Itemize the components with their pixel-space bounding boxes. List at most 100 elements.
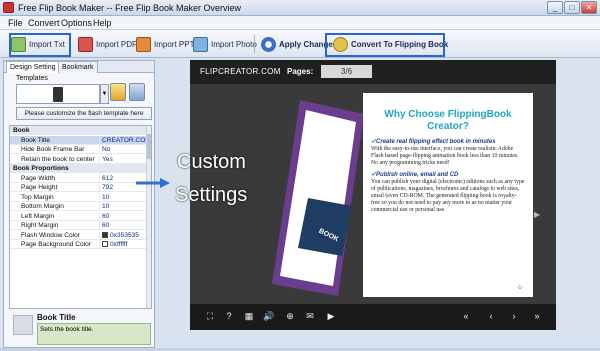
- convert-highlight: [325, 33, 445, 57]
- property-row[interactable]: Left Margin 60: [10, 211, 146, 221]
- preview-header: FLIPCREATOR.COM Pages: 3/6: [190, 60, 556, 84]
- property-row[interactable]: Top Margin 10: [10, 192, 146, 202]
- description-text: Sets the book title.: [37, 323, 151, 345]
- menu-convert[interactable]: Convert: [28, 18, 60, 28]
- property-name: Page Width: [21, 174, 56, 182]
- property-row[interactable]: Hide Book Frame Bar No: [10, 145, 146, 154]
- section-2-title: ✓Publish online, email and CD: [371, 172, 459, 178]
- page-number-input[interactable]: 3/6: [321, 65, 372, 78]
- pages-label: Pages:: [287, 67, 314, 76]
- customize-template-button[interactable]: Please customize the flash template here: [16, 107, 152, 120]
- color-value: 0xffffff: [110, 241, 128, 248]
- property-value[interactable]: 60: [99, 221, 146, 230]
- minimize-button[interactable]: _: [547, 1, 563, 14]
- article-heading-2: Creator?: [427, 121, 469, 132]
- property-row[interactable]: Right Margin 60: [10, 221, 146, 230]
- next-page-icon[interactable]: ›: [508, 310, 520, 322]
- property-row[interactable]: Retain the book to center Yes: [10, 154, 146, 164]
- preview-controls: ⛶ ? ▦ 🔊 ⊕ ✉ ▶ « ‹ › »: [190, 304, 556, 330]
- autoplay-icon[interactable]: ▶: [325, 310, 337, 322]
- color-swatch: [102, 231, 108, 238]
- help-icon[interactable]: ?: [223, 310, 235, 322]
- email-icon[interactable]: ✉: [304, 310, 316, 322]
- property-grid: Book Book Title CREATOR.COM Hide Book Frame…: [9, 125, 152, 309]
- save-template-icon[interactable]: [129, 83, 145, 101]
- property-category[interactable]: Book Proportions: [10, 164, 146, 173]
- fullscreen-icon[interactable]: ⛶: [204, 310, 216, 322]
- property-row[interactable]: Page Height 792: [10, 183, 146, 192]
- property-name: Hide Book Frame Bar: [21, 146, 85, 153]
- template-select[interactable]: [16, 84, 100, 104]
- callout-line-1: Custom: [177, 151, 246, 173]
- property-name: Bottom Margin: [21, 203, 64, 210]
- sound-icon[interactable]: 🔊: [263, 310, 275, 322]
- menu-help[interactable]: Help: [93, 18, 112, 28]
- first-page-icon[interactable]: «: [460, 310, 472, 322]
- templates-label: Templates: [16, 75, 48, 82]
- import-ppt-button[interactable]: Import PPT: [133, 33, 197, 55]
- property-name: Book Title: [21, 136, 50, 144]
- color-swatch: [102, 241, 108, 247]
- property-value[interactable]: CREATOR.COM: [99, 135, 146, 145]
- property-row[interactable]: Bottom Margin 10: [10, 202, 146, 211]
- property-name: Page Background Color: [21, 241, 92, 248]
- import-pdf-label: Import PDF: [96, 39, 137, 49]
- property-name: Right Margin: [21, 222, 59, 229]
- property-scrollbar[interactable]: [146, 126, 151, 308]
- property-name: Top Margin: [21, 193, 54, 201]
- refresh-icon: [261, 36, 276, 52]
- description-panel: Book Title Sets the book title.: [9, 313, 152, 345]
- import-pdf-button[interactable]: Import PDF: [75, 33, 140, 55]
- property-name: Book Proportions: [13, 165, 69, 172]
- property-name: Left Margin: [21, 212, 54, 220]
- section-1-title: ✓Create real flipping effect book in min…: [371, 139, 496, 145]
- last-page-icon[interactable]: »: [531, 310, 543, 322]
- property-name: Flash Window Color: [21, 231, 80, 239]
- property-value[interactable]: 60: [99, 211, 146, 221]
- scrollbar-thumb[interactable]: [147, 134, 151, 159]
- thumbnails-icon[interactable]: ▦: [243, 310, 255, 322]
- property-value[interactable]: Yes: [99, 154, 146, 164]
- toolbar-separator: [254, 35, 255, 53]
- book-icon: [53, 86, 63, 102]
- section-1-body: With the easy-to-use interface, you can …: [371, 146, 519, 166]
- tab-design-setting[interactable]: Design Setting: [6, 61, 60, 73]
- section-2-body: You can publish your digital (electronic…: [371, 179, 525, 213]
- window-title: Free Flip Book Maker -- Free Flip Book M…: [18, 3, 242, 13]
- chevron-down-icon[interactable]: ▼: [100, 84, 109, 104]
- arrow-icon: [136, 178, 170, 188]
- description-title: Book Title: [37, 313, 76, 322]
- property-row[interactable]: Flash Window Color 0x353535: [10, 230, 146, 240]
- import-ppt-label: Import PPT: [154, 39, 195, 49]
- property-row[interactable]: Page Background Color 0xffffff: [10, 240, 146, 249]
- next-page-arrow[interactable]: ▶: [534, 210, 544, 220]
- close-button[interactable]: ✕: [581, 1, 597, 14]
- property-row[interactable]: Page Width 612: [10, 173, 146, 183]
- property-value[interactable]: No: [99, 145, 146, 154]
- design-panel: Design Setting Bookmark Templates ▼ Plea…: [3, 60, 155, 348]
- import-photo-label: Import Photo: [211, 39, 257, 49]
- menu-file[interactable]: File: [8, 18, 23, 28]
- property-value[interactable]: 10: [99, 202, 146, 211]
- tab-bookmark[interactable]: Bookmark: [58, 61, 98, 73]
- toolbar: Import Txt Import PDF Import PPT Import …: [0, 30, 600, 58]
- property-name: Book: [13, 127, 30, 134]
- info-icon: [13, 315, 33, 335]
- property-row[interactable]: Book Title CREATOR.COM: [10, 135, 146, 145]
- property-value[interactable]: 0xffffff: [99, 240, 146, 249]
- import-photo-button[interactable]: Import Photo: [190, 33, 260, 55]
- import-ppt-icon: [136, 36, 151, 52]
- right-page: Why Choose FlippingBook Creator? ✓Create…: [363, 93, 533, 297]
- article-heading-1: Why Choose FlippingBook: [384, 109, 512, 120]
- zoom-icon[interactable]: ⊕: [284, 310, 296, 322]
- property-name: Retain the book to center: [21, 155, 95, 163]
- import-txt-highlight: [9, 33, 71, 57]
- previous-page-icon[interactable]: ‹: [485, 310, 497, 322]
- edit-template-icon[interactable]: [110, 83, 126, 101]
- color-value: 0x353535: [110, 231, 139, 239]
- maximize-button[interactable]: □: [564, 1, 580, 14]
- property-value[interactable]: 10: [99, 192, 146, 202]
- menu-options[interactable]: Options: [61, 18, 92, 28]
- property-category[interactable]: Book: [10, 126, 146, 135]
- property-value[interactable]: 0x353535: [99, 230, 146, 240]
